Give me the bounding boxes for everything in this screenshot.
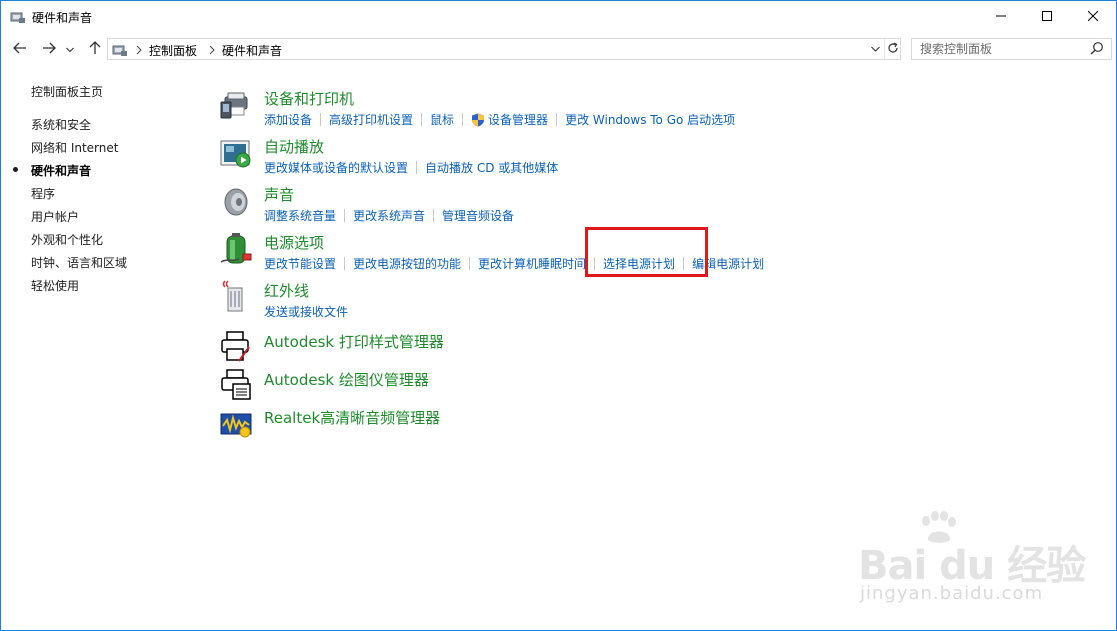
printer-style-icon[interactable]	[219, 329, 253, 363]
category-title[interactable]: 红外线	[264, 280, 309, 301]
link-autoplay-cd[interactable]: 自动播放 CD 或其他媒体	[425, 159, 558, 176]
current-item-bullet	[13, 167, 18, 172]
category-links: 添加设备 高级打印机设置 鼠标 设备管理器 更改 Windows To Go 启…	[264, 111, 735, 128]
refresh-icon	[887, 41, 899, 57]
nav-control-panel-home[interactable]: 控制面板主页	[31, 83, 103, 100]
nav-appearance[interactable]: 外观和个性化	[31, 231, 103, 248]
divider	[421, 113, 423, 126]
control-panel-window: 硬件和声音 控制面板 硬件和声音 搜索控制面板 控制面板主页 系统和安全 网络和…	[0, 0, 1117, 631]
close-button[interactable]	[1070, 1, 1116, 33]
arrow-left-icon	[13, 42, 27, 57]
plotter-icon[interactable]	[219, 367, 253, 401]
speaker-icon[interactable]	[219, 184, 253, 218]
breadcrumb-control-panel[interactable]: 控制面板	[149, 42, 197, 59]
nav-programs[interactable]: 程序	[31, 185, 55, 202]
chevron-down-icon	[66, 42, 74, 56]
chevron-right-icon[interactable]	[209, 42, 215, 58]
nav-system-security[interactable]: 系统和安全	[31, 116, 91, 133]
refresh-button[interactable]	[884, 39, 901, 59]
nav-network-internet[interactable]: 网络和 Internet	[31, 139, 118, 156]
up-button[interactable]	[85, 39, 105, 59]
address-bar[interactable]: 控制面板 硬件和声音	[107, 38, 901, 60]
category-links: 调整系统音量 更改系统声音 管理音频设备	[264, 207, 514, 224]
link-send-receive-files[interactable]: 发送或接收文件	[264, 303, 348, 320]
link-advanced-printer-setup[interactable]: 高级打印机设置	[329, 111, 413, 128]
nav-user-accounts[interactable]: 用户帐户	[31, 208, 79, 225]
highlight-box	[585, 227, 708, 277]
category-title[interactable]: Autodesk 打印样式管理器	[264, 331, 444, 352]
realtek-audio-icon[interactable]	[219, 408, 253, 442]
breadcrumb-hardware-sound[interactable]: 硬件和声音	[222, 42, 282, 59]
uac-shield-icon	[471, 113, 485, 127]
minimize-button[interactable]	[978, 1, 1024, 33]
link-change-system-sounds[interactable]: 更改系统声音	[353, 207, 425, 224]
navigation-bar: 控制面板 硬件和声音	[1, 35, 1116, 63]
divider	[416, 161, 418, 174]
maximize-button[interactable]	[1024, 1, 1070, 33]
category-title[interactable]: Autodesk 绘图仪管理器	[264, 369, 429, 390]
category-links: 更改媒体或设备的默认设置 自动播放 CD 或其他媒体	[264, 159, 558, 176]
divider	[462, 113, 464, 126]
link-device-manager[interactable]: 设备管理器	[488, 111, 548, 128]
search-box[interactable]	[911, 38, 1112, 60]
link-power-button-function[interactable]: 更改电源按钮的功能	[353, 255, 461, 272]
arrow-up-icon	[89, 40, 101, 58]
autoplay-icon[interactable]	[219, 136, 253, 170]
watermark-url: jingyan.baidu.com	[860, 583, 1044, 604]
window-title: 硬件和声音	[32, 11, 93, 25]
arrow-right-icon	[42, 42, 56, 57]
recent-locations-button[interactable]	[63, 39, 77, 59]
back-button[interactable]	[10, 39, 30, 59]
link-change-media-defaults[interactable]: 更改媒体或设备的默认设置	[264, 159, 408, 176]
divider	[433, 209, 435, 222]
search-input[interactable]	[912, 39, 1090, 59]
link-change-power-saving[interactable]: 更改节能设置	[264, 255, 336, 272]
forward-button[interactable]	[39, 39, 59, 59]
link-change-sleep-time[interactable]: 更改计算机睡眠时间	[478, 255, 586, 272]
control-panel-icon	[10, 9, 26, 25]
battery-icon[interactable]	[219, 232, 253, 266]
title-bar[interactable]: 硬件和声音	[1, 1, 1116, 33]
divider	[469, 257, 471, 270]
infrared-icon[interactable]	[219, 280, 253, 314]
divider	[556, 113, 558, 126]
category-title[interactable]: 设备和打印机	[264, 88, 354, 109]
divider	[344, 209, 346, 222]
nav-clock-language-region[interactable]: 时钟、语言和区域	[31, 254, 127, 271]
control-panel-icon	[112, 42, 128, 58]
divider	[320, 113, 322, 126]
link-windows-to-go[interactable]: 更改 Windows To Go 启动选项	[565, 111, 735, 128]
chevron-right-icon[interactable]	[136, 42, 142, 58]
category-title[interactable]: Realtek高清晰音频管理器	[264, 407, 440, 428]
link-adjust-volume[interactable]: 调整系统音量	[264, 207, 336, 224]
category-title[interactable]: 自动播放	[264, 136, 324, 157]
address-dropdown-button[interactable]	[868, 41, 882, 57]
close-icon	[1087, 10, 1099, 24]
baidu-watermark: Bai du 经验 jingyan.baidu.com	[858, 511, 1108, 611]
category-title[interactable]: 声音	[264, 184, 294, 205]
divider	[344, 257, 346, 270]
link-manage-audio-devices[interactable]: 管理音频设备	[442, 207, 514, 224]
nav-hardware-sound[interactable]: 硬件和声音	[31, 162, 91, 179]
devices-printers-icon[interactable]	[219, 88, 253, 122]
category-title[interactable]: 电源选项	[264, 232, 324, 253]
maximize-icon	[1042, 10, 1052, 24]
category-links: 发送或接收文件	[264, 303, 348, 320]
minimize-icon	[996, 10, 1006, 24]
link-mouse[interactable]: 鼠标	[430, 111, 454, 128]
search-icon[interactable]	[1090, 41, 1106, 57]
link-add-device[interactable]: 添加设备	[264, 111, 312, 128]
nav-ease-of-access[interactable]: 轻松使用	[31, 277, 79, 294]
